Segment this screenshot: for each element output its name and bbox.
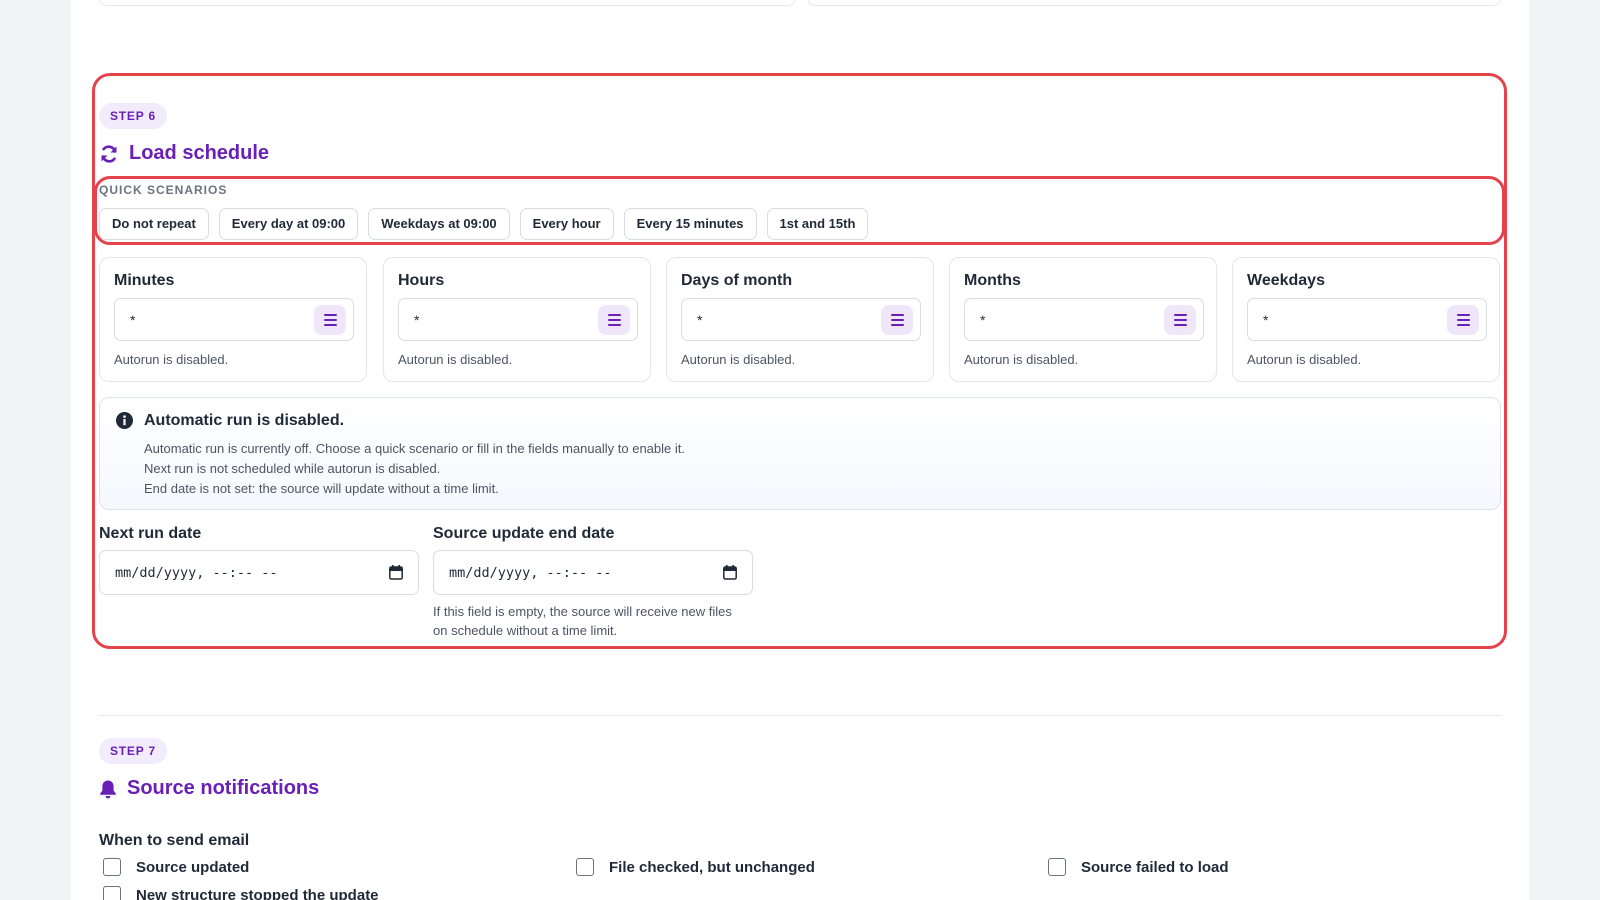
scenario-every-day[interactable]: Every day at 09:00 <box>218 208 359 240</box>
cron-hint: Autorun is disabled. <box>398 352 513 367</box>
menu-icon[interactable] <box>881 305 913 335</box>
menu-icon[interactable] <box>314 305 346 335</box>
weekdays-input[interactable]: * <box>1247 298 1487 341</box>
end-date-hint-line: on schedule without a time limit. <box>433 623 618 638</box>
cron-card-weekdays: Weekdays * Autorun is disabled. <box>1232 257 1500 382</box>
checkbox[interactable] <box>1048 858 1066 876</box>
checkbox[interactable] <box>103 858 121 876</box>
cron-value: * <box>130 312 136 328</box>
cron-card-hours: Hours * Autorun is disabled. <box>383 257 651 382</box>
cron-card-minutes: Minutes * Autorun is disabled. <box>99 257 367 382</box>
cron-value: * <box>1263 312 1269 328</box>
info-line: End date is not set: the source will upd… <box>144 481 499 496</box>
step6-badge: STEP 6 <box>99 103 167 129</box>
option-file-unchanged[interactable]: File checked, but unchanged <box>576 858 815 876</box>
cron-value: * <box>414 312 420 328</box>
minutes-input[interactable]: * <box>114 298 354 341</box>
option-label: Source failed to load <box>1081 858 1229 876</box>
hours-input[interactable]: * <box>398 298 638 341</box>
info-line: Next run is not scheduled while autorun … <box>144 461 441 476</box>
email-trigger-label: When to send email <box>99 832 250 849</box>
option-new-structure-stopped[interactable]: New structure stopped the update <box>103 886 379 900</box>
end-date-input[interactable]: mm/dd/yyyy, --:-- -- <box>433 550 753 595</box>
cron-value: * <box>980 312 986 328</box>
days-of-month-input[interactable]: * <box>681 298 921 341</box>
cron-hint: Autorun is disabled. <box>1247 352 1362 367</box>
cron-hint: Autorun is disabled. <box>681 352 796 367</box>
date-placeholder: mm/dd/yyyy, --:-- -- <box>449 565 612 581</box>
option-source-updated[interactable]: Source updated <box>103 858 249 876</box>
checkbox[interactable] <box>103 886 121 900</box>
bell-icon <box>99 779 117 799</box>
scenario-1st-and-15th[interactable]: 1st and 15th <box>766 208 869 240</box>
menu-icon[interactable] <box>598 305 630 335</box>
info-icon <box>116 412 133 434</box>
cron-label: Months <box>964 272 1021 289</box>
autorun-info-box: Automatic run is disabled. Automatic run… <box>99 397 1501 510</box>
menu-icon[interactable] <box>1447 305 1479 335</box>
previous-field-left[interactable] <box>99 0 796 6</box>
scenario-every-hour[interactable]: Every hour <box>519 208 614 240</box>
scenario-do-not-repeat[interactable]: Do not repeat <box>99 208 209 240</box>
step7-badge: STEP 7 <box>99 738 167 764</box>
cron-card-months: Months * Autorun is disabled. <box>949 257 1217 382</box>
option-label: New structure stopped the update <box>136 886 379 900</box>
quick-scenarios-list: Do not repeat Every day at 09:00 Weekday… <box>99 208 869 240</box>
calendar-icon[interactable] <box>389 565 403 585</box>
step6-title: Load schedule <box>99 142 269 165</box>
option-label: File checked, but unchanged <box>609 858 815 876</box>
cron-label: Weekdays <box>1247 272 1325 289</box>
months-input[interactable]: * <box>964 298 1204 341</box>
cron-card-days-of-month: Days of month * Autorun is disabled. <box>666 257 934 382</box>
end-date-hint-line: If this field is empty, the source will … <box>433 604 732 619</box>
calendar-icon[interactable] <box>723 565 737 585</box>
info-line: Automatic run is currently off. Choose a… <box>144 441 685 456</box>
option-source-failed[interactable]: Source failed to load <box>1048 858 1229 876</box>
refresh-icon <box>99 144 119 164</box>
next-run-label: Next run date <box>99 525 202 542</box>
scenario-every-15-minutes[interactable]: Every 15 minutes <box>623 208 757 240</box>
previous-field-right[interactable] <box>807 0 1501 6</box>
section-divider <box>99 715 1501 716</box>
info-title: Automatic run is disabled. <box>144 412 345 429</box>
cron-hint: Autorun is disabled. <box>964 352 1079 367</box>
date-placeholder: mm/dd/yyyy, --:-- -- <box>115 565 278 581</box>
menu-icon[interactable] <box>1164 305 1196 335</box>
step7-title-text: Source notifications <box>127 777 320 799</box>
option-label: Source updated <box>136 858 250 876</box>
cron-value: * <box>697 312 703 328</box>
next-run-date-input[interactable]: mm/dd/yyyy, --:-- -- <box>99 550 419 595</box>
end-date-label: Source update end date <box>433 525 615 542</box>
cron-label: Days of month <box>681 272 793 289</box>
cron-hint: Autorun is disabled. <box>114 352 229 367</box>
end-date-hint: If this field is empty, the source will … <box>433 602 732 640</box>
cron-label: Hours <box>398 272 445 289</box>
step6-title-text: Load schedule <box>129 142 270 164</box>
checkbox[interactable] <box>576 858 594 876</box>
quick-scenarios-label: QUICK SCENARIOS <box>99 183 228 197</box>
scenario-weekdays[interactable]: Weekdays at 09:00 <box>368 208 510 240</box>
step7-title: Source notifications <box>99 777 319 800</box>
cron-label: Minutes <box>114 272 175 289</box>
